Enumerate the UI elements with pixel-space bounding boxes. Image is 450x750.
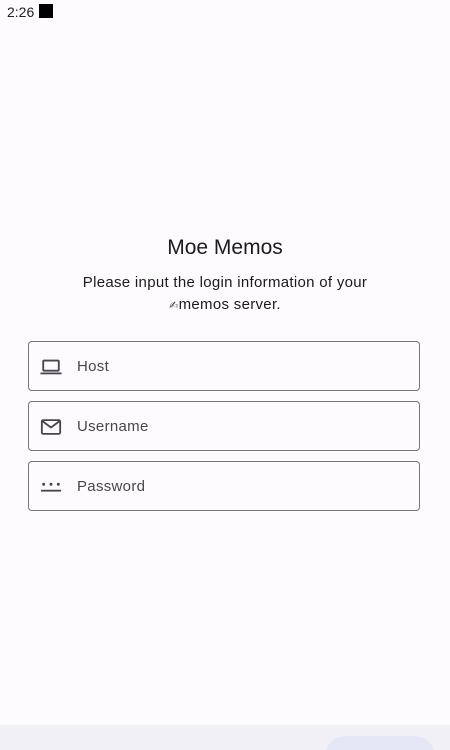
username-input[interactable]: Username (28, 401, 420, 451)
login-button[interactable] (325, 736, 435, 750)
username-label: Username (77, 418, 149, 435)
host-label: Host (77, 358, 110, 375)
status-time: 2:26 (7, 4, 35, 20)
host-input[interactable]: Host (28, 341, 420, 391)
instructions-line-1: Please input the login information of yo… (82, 274, 368, 291)
laptop-icon (40, 356, 62, 378)
mail-icon (40, 416, 62, 438)
instructions-line-2: memos server. (178, 296, 281, 313)
login-instructions: Please input the login information of yo… (60, 272, 390, 317)
page-title: Moe Memos (167, 236, 283, 259)
password-icon (40, 476, 62, 498)
password-label: Password (77, 478, 146, 495)
login-screen: 2:26 Moe Memos Please input the login in… (0, 0, 450, 750)
notification-icon (39, 4, 53, 18)
password-input[interactable]: Password (28, 461, 420, 511)
memo-icon: ✍ (169, 300, 179, 312)
status-bar: 2:26 (0, 0, 450, 24)
